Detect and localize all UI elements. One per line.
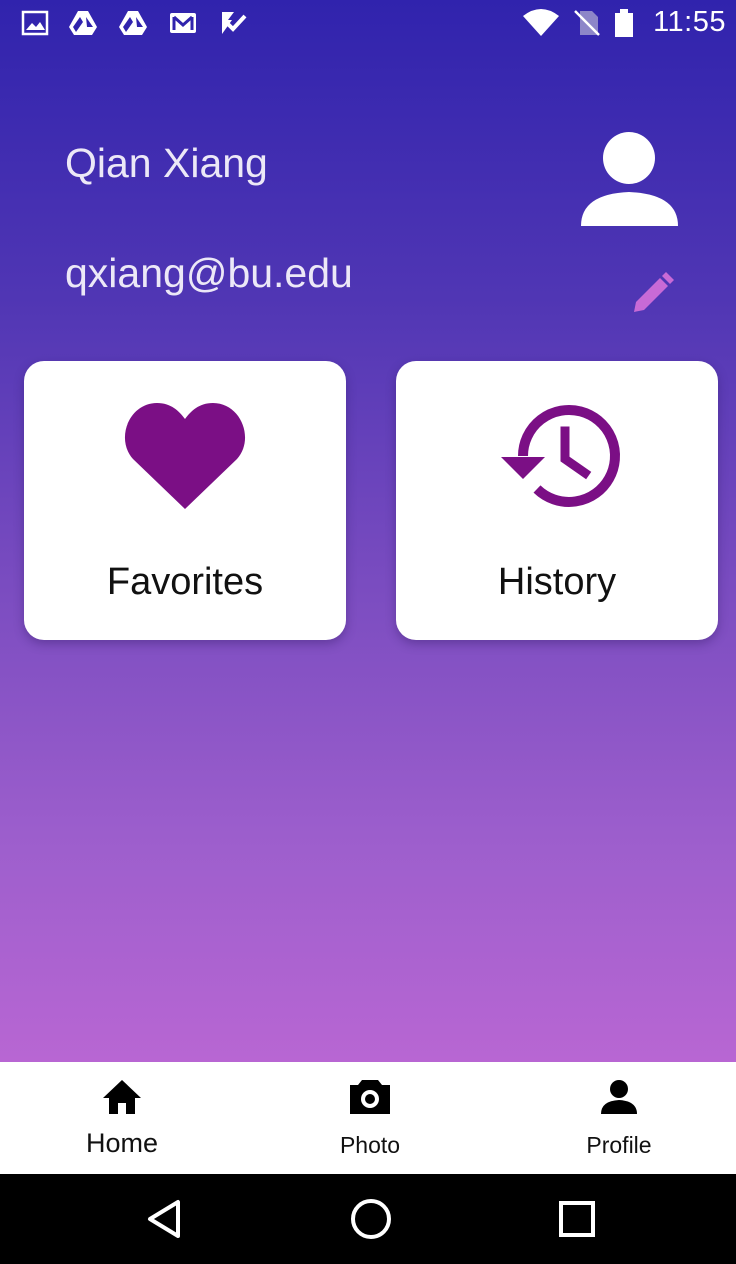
history-card[interactable]: History — [396, 361, 718, 640]
person-avatar-icon — [581, 132, 678, 226]
history-icon — [501, 404, 620, 507]
nav-photo-label: Photo — [339, 1132, 401, 1158]
back-icon[interactable] — [142, 1196, 188, 1242]
bottom-navigation: Home Photo Profile — [0, 1062, 736, 1174]
home-icon — [103, 1080, 141, 1114]
nav-profile-label: Profile — [586, 1132, 652, 1158]
battery-icon — [615, 9, 633, 37]
status-bar: 11:55 — [0, 0, 736, 50]
nav-photo[interactable]: Photo — [270, 1062, 470, 1174]
person-icon — [601, 1080, 637, 1114]
user-name: Qian Xiang — [65, 140, 268, 186]
recents-square-icon[interactable] — [554, 1196, 600, 1242]
image-icon — [21, 10, 49, 36]
nav-profile[interactable]: Profile — [519, 1062, 719, 1174]
edit-pencil-icon[interactable] — [628, 270, 676, 318]
no-sim-icon — [574, 10, 600, 36]
nav-home-label: Home — [85, 1128, 159, 1158]
camera-icon — [350, 1080, 390, 1114]
gmail-icon — [170, 13, 196, 33]
checklist-icon — [222, 12, 247, 34]
user-email: qxiang@bu.edu — [65, 250, 353, 296]
drive-icon — [119, 11, 147, 35]
favorites-label: Favorites — [106, 561, 264, 603]
history-label: History — [497, 561, 617, 603]
heart-icon — [124, 403, 246, 509]
favorites-card[interactable]: Favorites — [24, 361, 346, 640]
drive-icon — [69, 11, 97, 35]
nav-home[interactable]: Home — [22, 1062, 222, 1174]
wifi-icon — [523, 9, 559, 36]
status-time: 11:55 — [653, 6, 726, 38]
system-navigation-bar — [0, 1174, 736, 1264]
home-circle-icon[interactable] — [348, 1196, 394, 1242]
profile-screen: 11:55 Qian Xiang qxiang@bu.edu Favorites… — [0, 0, 736, 1062]
